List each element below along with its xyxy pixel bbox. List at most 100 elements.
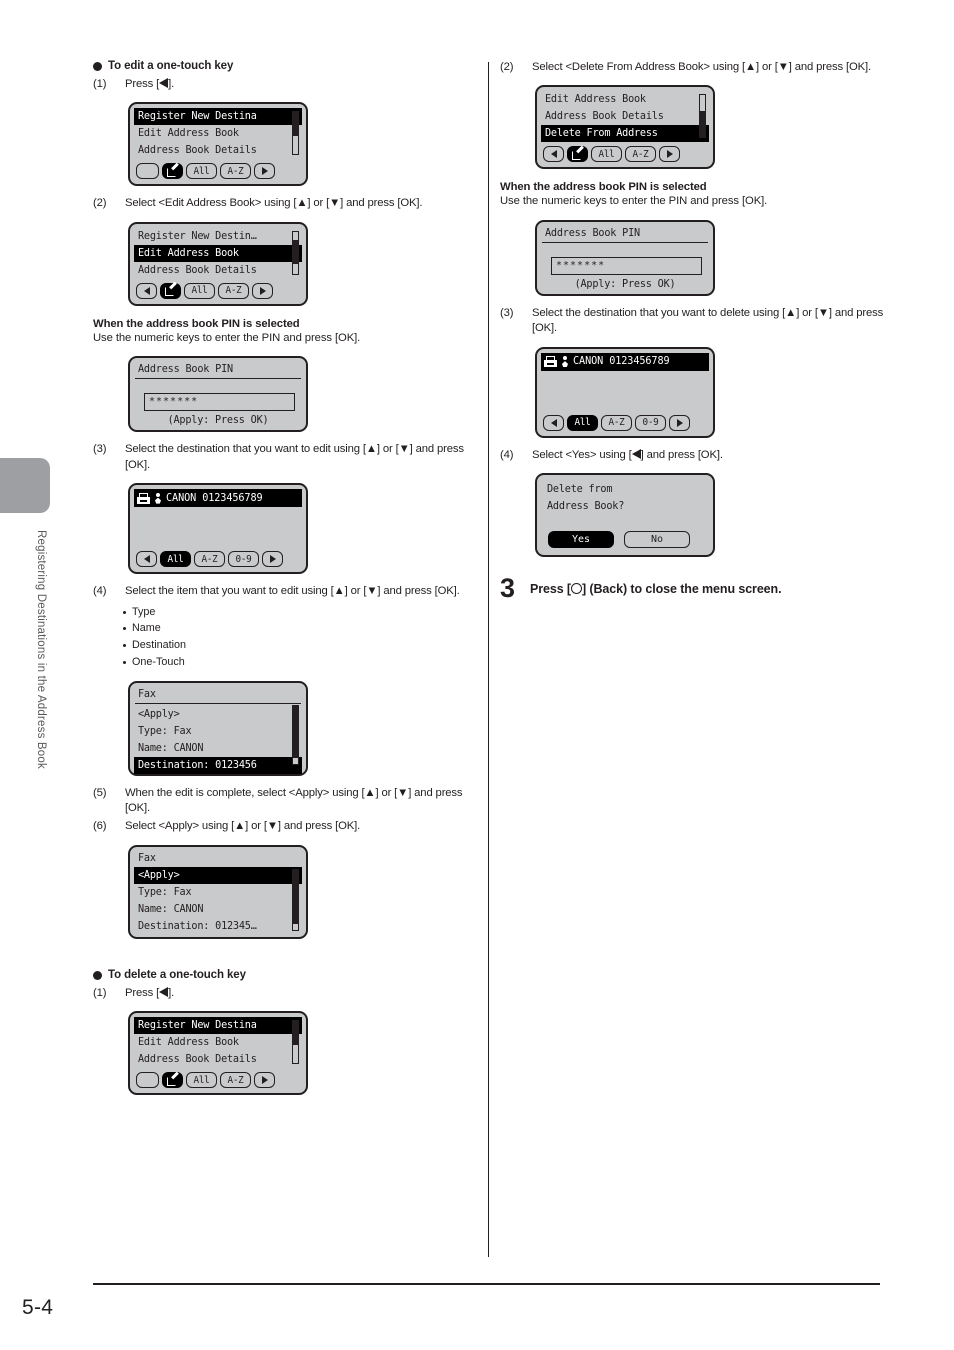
- step-number: (6): [93, 820, 107, 833]
- lcd-button-az[interactable]: A-Z: [601, 414, 632, 431]
- lcd-list-item[interactable]: Register New Destin…: [135, 228, 301, 245]
- lcd-list-item[interactable]: Destination: 012345…: [135, 918, 301, 935]
- lcd-scrollbar-thumb[interactable]: [700, 111, 705, 138]
- lcd-list-item[interactable]: Type: Fax: [135, 723, 301, 740]
- lcd-button-next[interactable]: [252, 282, 273, 299]
- lcd-list-item[interactable]: Destination: 0123456: [134, 756, 302, 774]
- chapter-side-label: Registering Destinations in the Address …: [35, 530, 47, 769]
- step-number: (3): [500, 306, 514, 319]
- list-bullet-icon: [123, 627, 126, 631]
- lcd-scrollbar-thumb[interactable]: [293, 869, 298, 924]
- lcd-scrollbar-thumb[interactable]: [293, 1021, 298, 1046]
- edit-pencil-icon: [167, 1071, 179, 1086]
- list-item-label: One-Touch: [132, 655, 185, 668]
- lcd-list-item[interactable]: Edit Address Book: [135, 1034, 301, 1051]
- step-number: (2): [500, 61, 514, 73]
- left-arrow-key-icon: [159, 986, 169, 997]
- lcd-list-item[interactable]: <Apply>: [135, 706, 301, 723]
- lcd-destination-row[interactable]: CANON 0123456789: [134, 489, 302, 508]
- lcd-button-az[interactable]: A-Z: [220, 163, 251, 180]
- pin-input-field[interactable]: *******: [144, 393, 295, 412]
- lcd-scrollbar[interactable]: [292, 704, 299, 765]
- confirm-no-button[interactable]: No: [624, 531, 690, 549]
- step-text: Select the destination that you want to …: [532, 306, 884, 335]
- step-text: Select the item that you want to edit us…: [125, 585, 460, 598]
- lcd-button-all[interactable]: All: [186, 1072, 217, 1089]
- lcd-list-item[interactable]: Edit Address Book: [135, 125, 301, 142]
- lcd-list-item[interactable]: Address Book Details: [135, 1051, 301, 1068]
- lcd-scrollbar-thumb[interactable]: [293, 239, 298, 264]
- list-item-label: Destination: [132, 639, 187, 652]
- lcd-button-09[interactable]: 0-9: [228, 551, 259, 568]
- lcd-button-all[interactable]: All: [591, 146, 622, 163]
- lcd-button-prev[interactable]: [136, 282, 157, 299]
- lcd-button-all[interactable]: All: [160, 551, 191, 568]
- lcd-button-prev[interactable]: [543, 414, 564, 431]
- edit-section-heading-text: To edit a one-touch key: [108, 60, 234, 72]
- lcd-scrollbar[interactable]: [292, 868, 299, 931]
- lcd-button-all[interactable]: All: [184, 282, 215, 299]
- lcd-scrollbar[interactable]: [699, 94, 706, 139]
- lcd-list-item[interactable]: Address Book Details: [135, 142, 301, 159]
- lcd-button-all[interactable]: All: [186, 163, 217, 180]
- lcd-button-az[interactable]: A-Z: [194, 551, 225, 568]
- lcd-list-item[interactable]: Edit Address Book: [542, 91, 708, 108]
- lcd-button-09[interactable]: 0-9: [635, 414, 666, 431]
- lcd-list-item[interactable]: Name: CANON: [135, 901, 301, 918]
- column-divider: [488, 62, 489, 1257]
- step-number: (5): [93, 786, 107, 799]
- lcd-button-next[interactable]: [262, 551, 283, 568]
- lcd-button-prev[interactable]: [543, 146, 564, 163]
- lcd-button-blank[interactable]: [136, 1072, 159, 1089]
- lcd-list-item[interactable]: Name: CANON: [135, 740, 301, 757]
- lcd-list-item[interactable]: Type: Fax: [135, 884, 301, 901]
- lcd-button-next[interactable]: [669, 414, 690, 431]
- lcd-button-az[interactable]: A-Z: [218, 282, 249, 299]
- lcd-button-next[interactable]: [254, 163, 275, 180]
- lcd-scrollbar-thumb[interactable]: [293, 112, 298, 137]
- lcd-title: Fax: [138, 852, 156, 864]
- confirm-buttons: Yes No: [548, 531, 708, 549]
- pin-apply-hint: (Apply: Press OK): [574, 278, 676, 290]
- step-number: (2): [93, 197, 107, 210]
- lcd-title: Address Book PIN: [542, 226, 708, 243]
- lcd-button-prev[interactable]: [136, 551, 157, 568]
- right-column: (2) Select <Delete From Address Book> us…: [500, 60, 885, 602]
- lcd-button-next[interactable]: [659, 146, 680, 163]
- lcd-button-edit[interactable]: [162, 162, 183, 180]
- lcd-button-all[interactable]: All: [567, 414, 598, 431]
- lcd-list-item[interactable]: <Apply>: [134, 866, 302, 884]
- lcd-list-item[interactable]: Delete From Address: [541, 125, 709, 143]
- lcd-scrollbar[interactable]: [292, 1020, 299, 1065]
- step-number: (4): [500, 448, 514, 461]
- lcd-button-edit[interactable]: [160, 282, 181, 299]
- lcd-button-next[interactable]: [254, 1072, 275, 1089]
- pin-apply-hint: (Apply: Press OK): [167, 415, 269, 427]
- lcd-button-az[interactable]: A-Z: [220, 1072, 251, 1089]
- step-text-after: ].: [168, 986, 175, 999]
- pin-input-field[interactable]: *******: [551, 256, 702, 275]
- lcd-list-item[interactable]: Edit Address Book: [134, 244, 302, 262]
- confirm-yes-button[interactable]: Yes: [548, 531, 614, 549]
- person-icon: [154, 492, 162, 504]
- left-arrow-icon: [550, 150, 557, 159]
- list-item: Type: [123, 604, 478, 621]
- lcd-screen-pin-1: Address Book PIN ******* (Apply: Press O…: [128, 356, 308, 433]
- lcd-scrollbar[interactable]: [292, 230, 299, 275]
- lcd-scrollbar[interactable]: [292, 111, 299, 156]
- lcd-button-blank[interactable]: [136, 163, 159, 180]
- lcd-button-edit[interactable]: [162, 1071, 183, 1089]
- step-text-before: Select <Yes> using [: [532, 448, 632, 461]
- step-text: Select the destination that you want to …: [125, 443, 464, 471]
- lcd-list-item[interactable]: Register New Destina: [134, 108, 302, 126]
- lcd-list-item[interactable]: Register New Destina: [134, 1017, 302, 1035]
- list-bullet-icon: [123, 660, 126, 664]
- lcd-button-az[interactable]: A-Z: [625, 146, 656, 163]
- lcd-scrollbar-thumb[interactable]: [293, 705, 298, 758]
- lcd-destination-row[interactable]: CANON 0123456789: [541, 352, 709, 371]
- lcd-button-edit[interactable]: [567, 145, 588, 163]
- lcd-list-item[interactable]: Address Book Details: [135, 262, 301, 279]
- list-item-label: Type: [132, 605, 156, 618]
- lcd-list-item[interactable]: Address Book Details: [542, 108, 708, 125]
- list-item: Name: [123, 620, 478, 637]
